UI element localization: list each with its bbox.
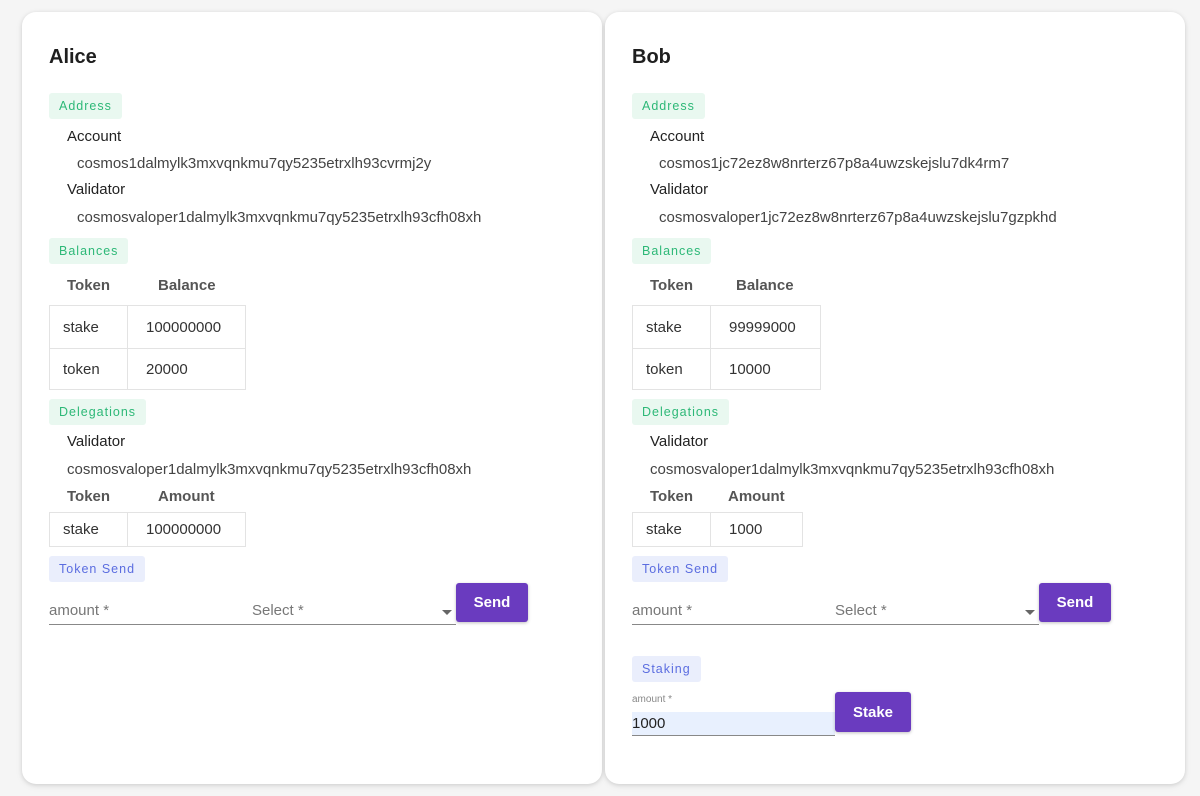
amount-cell: 1000 <box>729 521 763 538</box>
validator-label: Validator <box>67 181 126 198</box>
delegations-header-amount: Amount <box>728 488 785 505</box>
select-placeholder: Select * <box>835 602 887 619</box>
account-address: cosmos1dalmylk3mxvqnkmu7qy5235etrxlh93cv… <box>77 155 432 172</box>
token-cell: stake <box>633 513 711 546</box>
address-chip: Address <box>632 93 705 119</box>
validator-address: cosmosvaloper1dalmylk3mxvqnkmu7qy5235etr… <box>77 209 482 226</box>
delegations-chip: Delegations <box>49 399 147 425</box>
dropdown-arrow-icon <box>1025 610 1035 615</box>
dropdown-arrow-icon <box>442 610 452 615</box>
balances-table: stake 100000000 token 20000 <box>49 305 246 390</box>
staking-chip: Staking <box>632 656 701 682</box>
table-row: stake 99999000 <box>633 306 820 348</box>
recipient-select[interactable]: Select * <box>835 599 1039 625</box>
amount-input[interactable]: amount * <box>49 599 252 625</box>
balances-chip: Balances <box>632 238 712 264</box>
validator-address: cosmosvaloper1jc72ez8w8nrterz67p8a4uwzsk… <box>659 209 1057 226</box>
balance-cell: 20000 <box>146 360 188 378</box>
token-cell: token <box>50 349 128 389</box>
balances-header-token: Token <box>67 277 111 294</box>
delegations-header-token: Token <box>650 488 694 505</box>
delegations-table: stake 1000 <box>632 512 803 547</box>
token-cell: stake <box>50 306 128 348</box>
balance-cell: 100000000 <box>146 318 222 336</box>
bob-card: Bob Address Account cosmos1jc72ez8w8nrte… <box>605 12 1185 784</box>
stake-amount-input[interactable]: 1000 <box>632 712 835 736</box>
table-row: stake 100000000 <box>50 513 245 546</box>
delegations-table: stake 100000000 <box>49 512 246 547</box>
balances-header-balance: Balance <box>158 277 216 294</box>
account-label: Account <box>67 128 122 145</box>
select-placeholder: Select * <box>252 602 304 619</box>
account-label: Account <box>650 128 705 145</box>
token-send-chip: Token Send <box>49 556 146 582</box>
account-address: cosmos1jc72ez8w8nrterz67p8a4uwzskejslu7d… <box>659 155 1010 172</box>
delegation-validator-label: Validator <box>650 433 709 450</box>
alice-card: Alice Address Account cosmos1dalmylk3mxv… <box>22 12 602 784</box>
token-cell: stake <box>50 513 128 546</box>
delegations-header-token: Token <box>67 488 111 505</box>
balance-cell: 10000 <box>729 360 771 378</box>
table-row: stake 1000 <box>633 513 802 546</box>
amount-cell: 100000000 <box>146 521 222 538</box>
amount-input[interactable]: amount * <box>632 599 835 625</box>
balances-header-token: Token <box>650 277 694 294</box>
recipient-select[interactable]: Select * <box>252 599 456 625</box>
send-button[interactable]: Send <box>1039 583 1111 622</box>
delegation-validator-address: cosmosvaloper1dalmylk3mxvqnkmu7qy5235etr… <box>650 461 1055 478</box>
token-cell: stake <box>633 306 711 348</box>
table-row: token 10000 <box>633 348 820 389</box>
balances-table: stake 99999000 token 10000 <box>632 305 821 390</box>
send-button[interactable]: Send <box>456 583 528 622</box>
validator-label: Validator <box>650 181 709 198</box>
table-row: token 20000 <box>50 348 245 389</box>
delegations-chip: Delegations <box>632 399 730 425</box>
balances-chip: Balances <box>49 238 129 264</box>
stake-amount-label: amount * <box>632 694 673 705</box>
balances-header-balance: Balance <box>736 277 794 294</box>
address-chip: Address <box>49 93 122 119</box>
card-title: Alice <box>49 46 97 68</box>
token-cell: token <box>633 349 711 389</box>
delegation-validator-address: cosmosvaloper1dalmylk3mxvqnkmu7qy5235etr… <box>67 461 472 478</box>
delegations-header-amount: Amount <box>158 488 215 505</box>
balance-cell: 99999000 <box>729 318 796 336</box>
card-title: Bob <box>632 46 671 68</box>
stake-button[interactable]: Stake <box>835 692 911 732</box>
token-send-chip: Token Send <box>632 556 729 582</box>
delegation-validator-label: Validator <box>67 433 126 450</box>
table-row: stake 100000000 <box>50 306 245 348</box>
